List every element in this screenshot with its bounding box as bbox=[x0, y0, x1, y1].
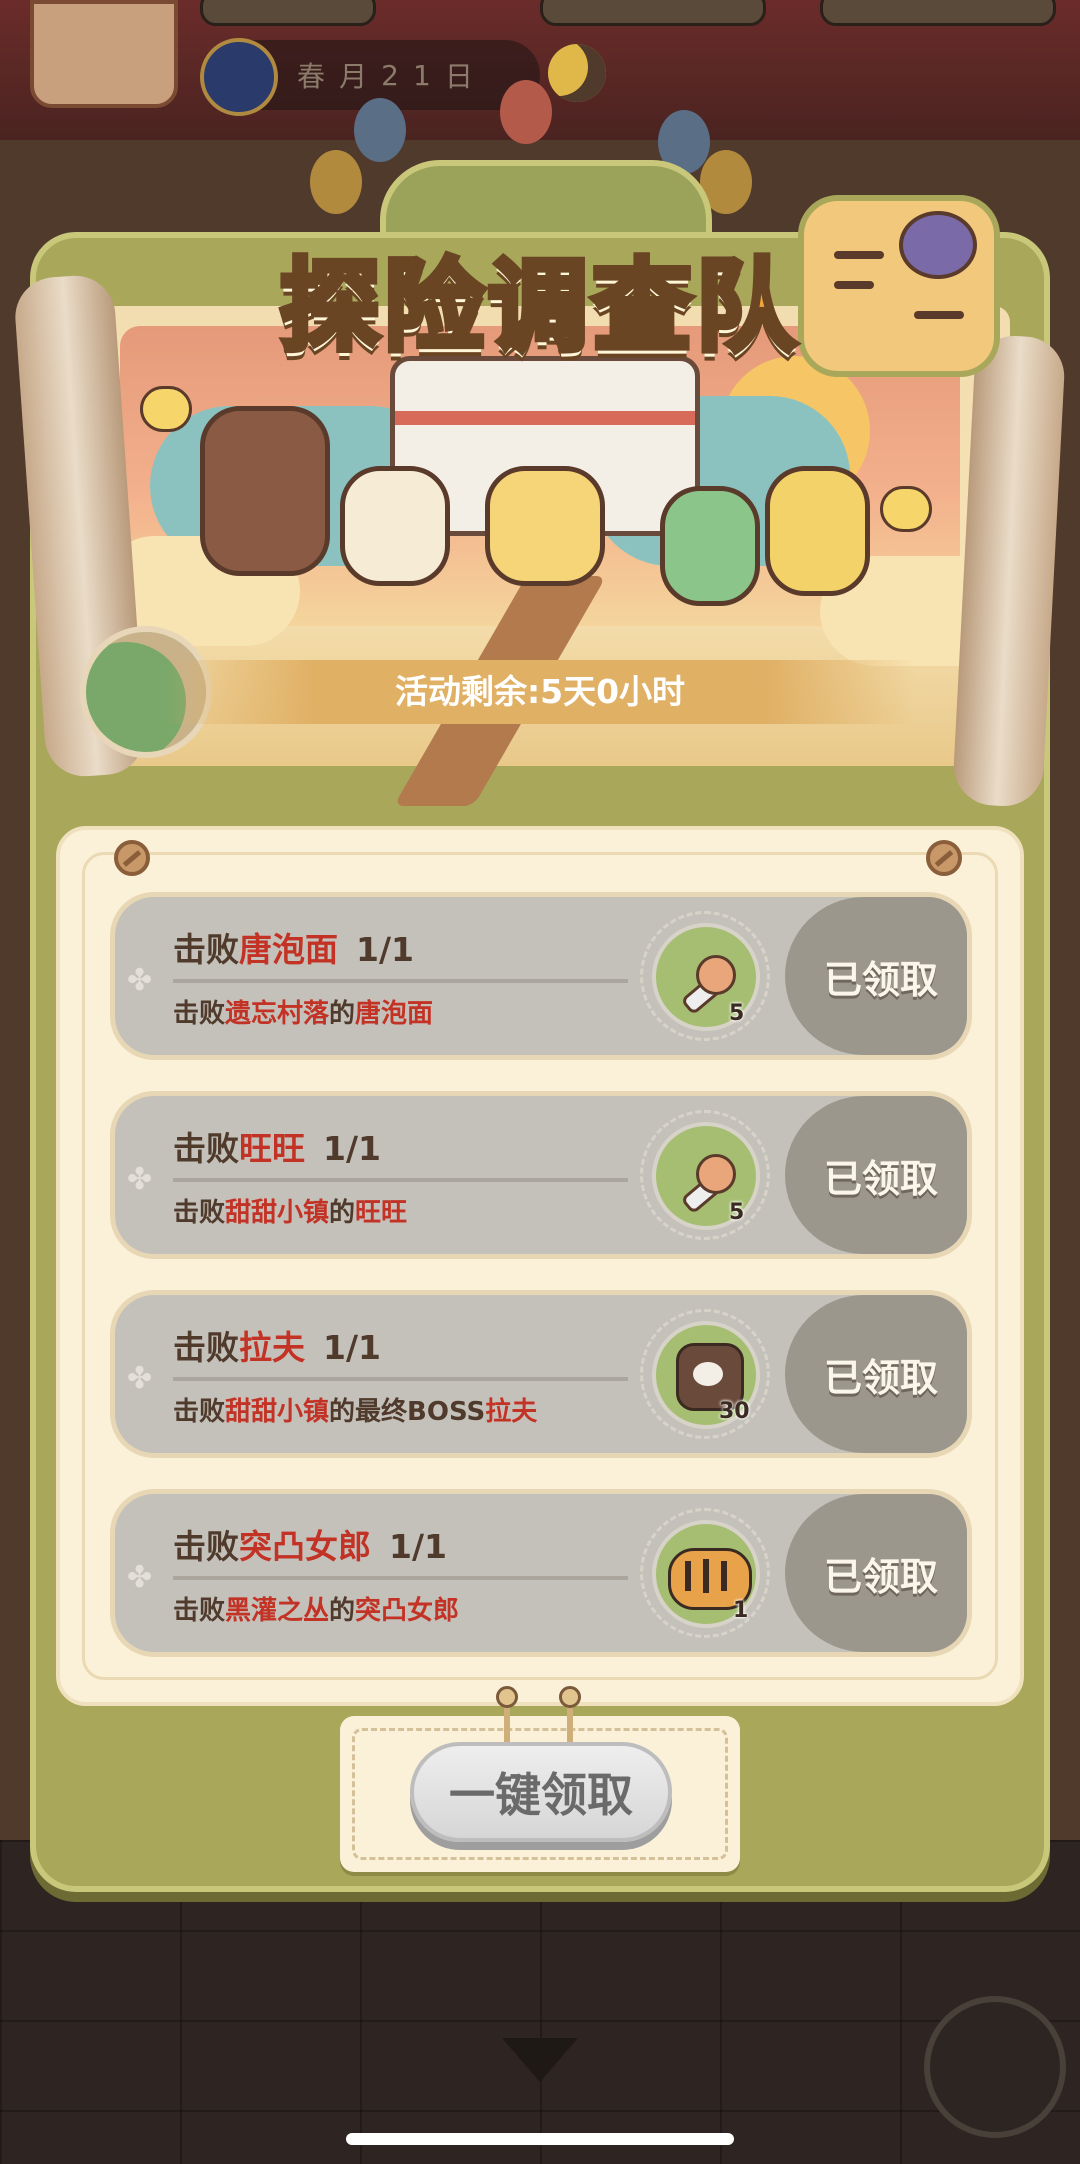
task-description: 击败甜甜小镇的最终BOSS拉夫 bbox=[173, 1391, 537, 1428]
task-title-target: 旺旺 bbox=[239, 1129, 305, 1168]
task-title-prefix: 击败 bbox=[173, 1527, 239, 1566]
date-char: 春 bbox=[297, 60, 326, 93]
resource-gems[interactable] bbox=[820, 0, 1056, 26]
reward-quantity: 30 bbox=[719, 1399, 750, 1424]
task-title-prefix: 击败 bbox=[173, 1129, 239, 1168]
reward-quantity: 5 bbox=[729, 1200, 745, 1225]
cat-character bbox=[340, 466, 450, 586]
task-row: ✤ 击败突凸女郎 1/1 击败黑灌之丛的突凸女郎 1 已领取 bbox=[110, 1489, 972, 1657]
task-title: 击败唐泡面 1/1 bbox=[173, 923, 414, 971]
season-icon bbox=[200, 38, 278, 116]
clover-icon: ✤ bbox=[127, 1162, 153, 1197]
divider bbox=[173, 1178, 628, 1182]
claim-all-button[interactable]: 一键领取 bbox=[410, 1742, 672, 1842]
mammoth-character bbox=[200, 406, 330, 576]
divider bbox=[173, 1377, 628, 1381]
task-desc-prefix: 击败 bbox=[173, 1397, 226, 1427]
yarn-ball-icon[interactable] bbox=[924, 1996, 1066, 2138]
task-desc-prefix: 击败 bbox=[173, 1596, 226, 1626]
task-desc-mid: 的 bbox=[329, 1596, 356, 1626]
task-description: 击败遗忘村落的唐泡面 bbox=[173, 993, 433, 1030]
task-title-target: 突凸女郎 bbox=[239, 1527, 371, 1566]
clover-icon: ✤ bbox=[127, 963, 153, 998]
collapse-arrow-icon[interactable] bbox=[502, 2038, 578, 2082]
rope-knot-icon bbox=[559, 1686, 581, 1748]
paw-bone-icon bbox=[678, 1148, 736, 1215]
date-char: 2 bbox=[381, 58, 399, 92]
task-desc-mid: 的 bbox=[329, 999, 356, 1029]
time-remaining: 活动剩余:5天0小时 bbox=[165, 660, 915, 724]
task-progress: 1/1 bbox=[356, 930, 414, 969]
paw-bone-icon bbox=[678, 949, 736, 1016]
task-progress: 1/1 bbox=[323, 1328, 381, 1367]
task-title-target: 拉夫 bbox=[239, 1328, 305, 1367]
task-title-prefix: 击败 bbox=[173, 930, 239, 969]
date-char: 日 bbox=[444, 60, 473, 93]
task-desc-target: 拉夫 bbox=[485, 1397, 538, 1427]
task-desc-place: 甜甜小镇 bbox=[225, 1397, 330, 1427]
divider bbox=[173, 979, 628, 983]
chick-icon bbox=[880, 486, 932, 532]
task-row: ✤ 击败唐泡面 1/1 击败遗忘村落的唐泡面 5 已领取 bbox=[110, 892, 972, 1060]
task-desc-mid: 的最终BOSS bbox=[329, 1397, 486, 1427]
task-progress: 1/1 bbox=[389, 1527, 447, 1566]
rope-knot-icon bbox=[496, 1686, 518, 1748]
task-desc-mid: 的 bbox=[329, 1198, 356, 1228]
claimed-button[interactable]: 已领取 bbox=[785, 897, 967, 1055]
claimed-button[interactable]: 已领取 bbox=[785, 1096, 967, 1254]
moon-icon bbox=[548, 44, 606, 102]
task-desc-target: 唐泡面 bbox=[355, 999, 434, 1029]
date-char: 月 bbox=[339, 60, 368, 93]
task-row: ✤ 击败拉夫 1/1 击败甜甜小镇的最终BOSS拉夫 30 已领取 bbox=[110, 1290, 972, 1458]
duck-character bbox=[765, 466, 870, 596]
task-title: 击败旺旺 1/1 bbox=[173, 1122, 381, 1170]
frog-character bbox=[660, 486, 760, 606]
task-desc-place: 遗忘村落 bbox=[225, 999, 330, 1029]
clover-icon: ✤ bbox=[127, 1361, 153, 1396]
task-description: 击败黑灌之丛的突凸女郎 bbox=[173, 1590, 459, 1627]
resource-coins[interactable] bbox=[200, 0, 376, 26]
task-title: 击败拉夫 1/1 bbox=[173, 1321, 381, 1369]
task-title-prefix: 击败 bbox=[173, 1328, 239, 1367]
date-char: 1 bbox=[413, 58, 431, 92]
task-desc-target: 旺旺 bbox=[355, 1198, 408, 1228]
divider bbox=[173, 1576, 628, 1580]
claimed-button[interactable]: 已领取 bbox=[785, 1295, 967, 1453]
nail-icon bbox=[114, 840, 150, 876]
task-desc-place: 甜甜小镇 bbox=[225, 1198, 330, 1228]
home-indicator[interactable] bbox=[346, 2133, 734, 2145]
balloon-decoration bbox=[354, 98, 406, 162]
reward-quantity: 1 bbox=[733, 1598, 749, 1623]
balloon-decoration bbox=[500, 80, 552, 144]
task-desc-target: 突凸女郎 bbox=[355, 1596, 460, 1626]
reward-quantity: 5 bbox=[729, 1001, 745, 1026]
yellow-cat-character bbox=[485, 466, 605, 586]
task-title: 击败突凸女郎 1/1 bbox=[173, 1520, 447, 1568]
task-title-target: 唐泡面 bbox=[239, 930, 338, 969]
task-description: 击败甜甜小镇的旺旺 bbox=[173, 1192, 407, 1229]
task-desc-place: 黑灌之丛 bbox=[225, 1596, 330, 1626]
clover-icon: ✤ bbox=[127, 1560, 153, 1595]
task-progress: 1/1 bbox=[323, 1129, 381, 1168]
task-desc-prefix: 击败 bbox=[173, 1198, 226, 1228]
balloon-decoration bbox=[310, 150, 362, 214]
task-row: ✤ 击败旺旺 1/1 击败甜甜小镇的旺旺 5 已领取 bbox=[110, 1091, 972, 1259]
nail-icon bbox=[926, 840, 962, 876]
chick-icon bbox=[140, 386, 192, 432]
task-desc-prefix: 击败 bbox=[173, 999, 226, 1029]
avatar[interactable] bbox=[30, 0, 178, 108]
event-title: 探险调查队 bbox=[277, 245, 800, 368]
claimed-button[interactable]: 已领取 bbox=[785, 1494, 967, 1652]
resource-fish[interactable] bbox=[540, 0, 766, 26]
